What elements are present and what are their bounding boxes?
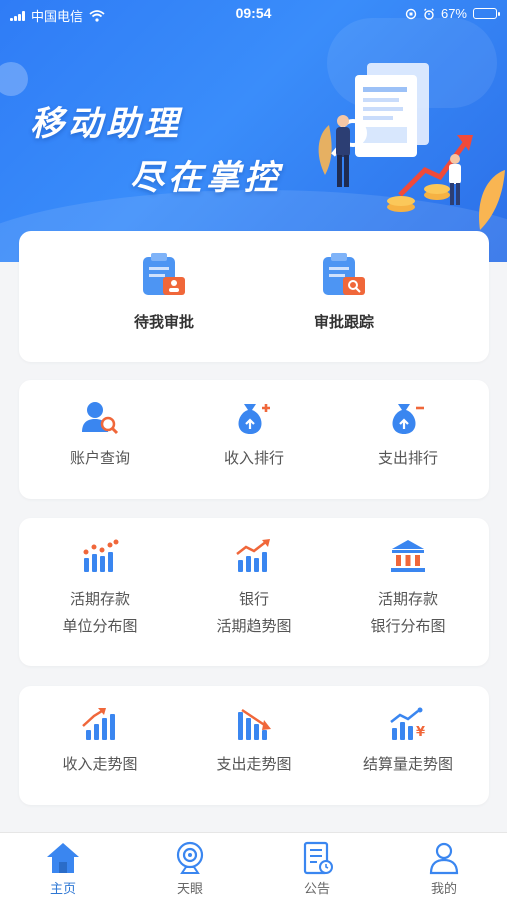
battery-icon: [473, 8, 500, 19]
tab-mine[interactable]: 我的: [381, 833, 507, 900]
expense-trend-icon: [238, 708, 271, 740]
pending-approval-button[interactable]: 待我审批: [89, 231, 239, 362]
income-trend-button[interactable]: 收入走势图: [23, 686, 177, 805]
trend-up-bars-icon: [236, 539, 270, 572]
expense-trend-label: 支出走势图: [216, 755, 292, 773]
money-bag-minus-icon: [392, 404, 424, 434]
tab-home-label: 主页: [49, 882, 76, 897]
tab-mine-label: 我的: [430, 882, 457, 897]
expense-ranking-label: 支出排行: [377, 449, 438, 467]
settlement-trend-icon: ¥: [390, 707, 425, 740]
account-query-label: 账户查询: [69, 449, 130, 467]
settlement-trend-label: 结算量走势图: [362, 755, 453, 773]
orientation-lock-icon: [405, 8, 417, 19]
home-icon: [47, 843, 79, 873]
bank-demand-trend-line1: 银行: [238, 590, 269, 608]
camera-eye-icon: [176, 841, 204, 874]
tab-notice[interactable]: 公告: [254, 833, 380, 900]
bank-demand-trend-button[interactable]: 银行 活期趋势图: [177, 518, 331, 666]
deposit-card: 活期存款 单位分布图 银行 活期趋势图 活期存款 银行分布图: [19, 518, 489, 666]
profile-icon: [429, 842, 459, 875]
money-bag-plus-icon: [238, 404, 270, 434]
user-search-icon: [82, 402, 119, 435]
trend-card: 收入走势图 支出走势图 ¥ 结算量走势图: [19, 686, 489, 805]
account-query-button[interactable]: 账户查询: [23, 380, 177, 499]
svg-text:¥: ¥: [416, 725, 425, 740]
expense-ranking-button[interactable]: 支出排行: [331, 380, 485, 499]
tab-notice-label: 公告: [303, 882, 330, 897]
income-ranking-button[interactable]: 收入排行: [177, 380, 331, 499]
account-card: 账户查询 收入排行 支出排行: [19, 380, 489, 499]
banner-slogan-line1: 移动助理: [30, 104, 182, 144]
battery-percent: 67%: [440, 6, 467, 21]
approval-tracking-label: 审批跟踪: [313, 313, 374, 331]
settlement-trend-button[interactable]: ¥ 结算量走势图: [331, 686, 485, 805]
clipboard-user-icon: [143, 253, 185, 295]
alarm-icon: [424, 8, 434, 20]
status-bar: 中国电信 09:54 67%: [0, 0, 507, 28]
notice-icon: [303, 841, 333, 875]
bottom-tab-bar: 主页 天眼 公告 我的: [0, 832, 507, 900]
bank-demand-trend-line2: 活期趋势图: [216, 617, 292, 635]
deposit-bank-distribution-line1: 活期存款: [377, 590, 438, 608]
banner-slogan-line2: 尽在掌控: [130, 158, 282, 198]
approval-card: 待我审批 审批跟踪: [19, 231, 489, 362]
income-ranking-label: 收入排行: [223, 449, 284, 467]
expense-trend-button[interactable]: 支出走势图: [177, 686, 331, 805]
deposit-bank-distribution-button[interactable]: 活期存款 银行分布图: [331, 518, 485, 666]
deposit-unit-distribution-line2: 单位分布图: [62, 617, 138, 635]
hero-banner: 移动助理 尽在掌控: [0, 0, 507, 262]
banner-illustration: [318, 63, 505, 230]
tab-sky-eye-label: 天眼: [176, 882, 203, 897]
income-trend-label: 收入走势图: [62, 755, 138, 773]
scatter-bars-icon: [83, 539, 119, 572]
tab-sky-eye[interactable]: 天眼: [127, 833, 253, 900]
deposit-unit-distribution-line1: 活期存款: [69, 590, 130, 608]
income-trend-icon: [82, 708, 115, 740]
bank-icon: [391, 540, 425, 572]
approval-tracking-button[interactable]: 审批跟踪: [269, 231, 419, 362]
clipboard-search-icon: [323, 253, 365, 295]
tab-home[interactable]: 主页: [0, 833, 126, 900]
deposit-unit-distribution-button[interactable]: 活期存款 单位分布图: [23, 518, 177, 666]
deposit-bank-distribution-line2: 银行分布图: [370, 617, 446, 635]
pending-approval-label: 待我审批: [133, 313, 194, 331]
